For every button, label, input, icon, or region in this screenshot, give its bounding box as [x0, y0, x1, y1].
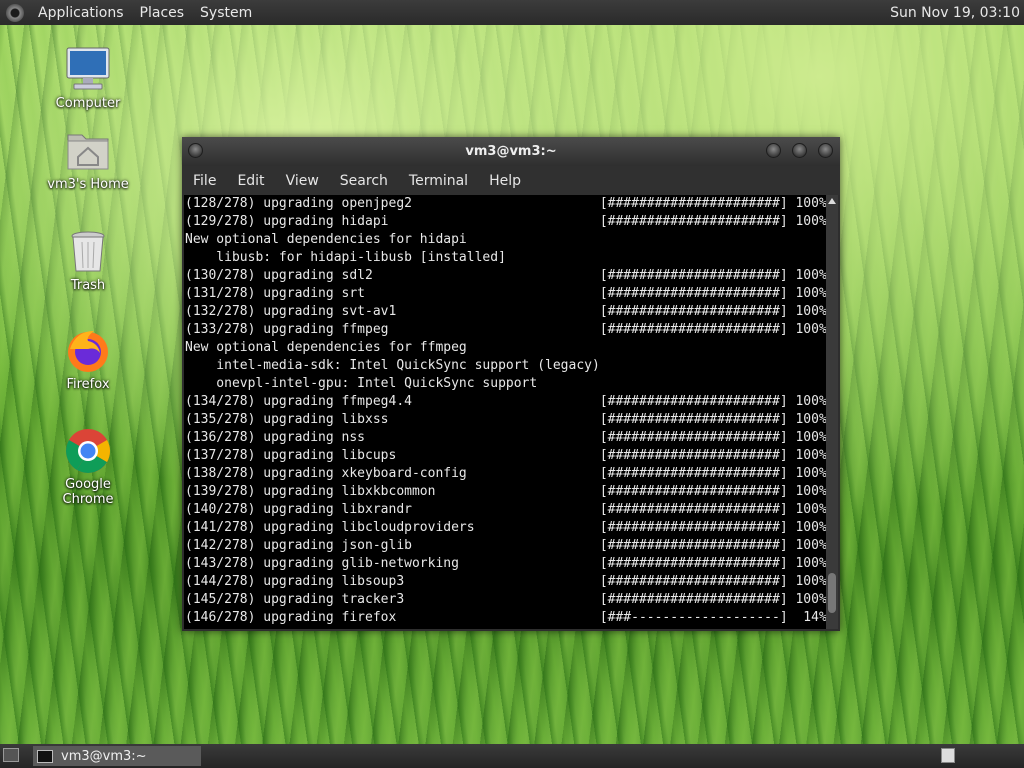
- firefox-icon: [64, 327, 112, 375]
- top-panel: Applications Places System Sun Nov 19, 0…: [0, 0, 1024, 25]
- terminal-line: onevpl-intel-gpu: Intel QuickSync suppor…: [185, 376, 538, 391]
- terminal-line: New optional dependencies for hidapi: [185, 232, 467, 247]
- terminal-line: (133/278) upgrading ffmpeg [############…: [185, 322, 826, 337]
- terminal-scrollbar[interactable]: [826, 195, 838, 629]
- terminal-line: (139/278) upgrading libxkbcommon [######…: [185, 484, 826, 499]
- terminal-line: libusb: for hidapi-libusb [installed]: [185, 250, 506, 265]
- bottom-panel: vm3@vm3:~: [0, 744, 1024, 768]
- terminal-line: (143/278) upgrading glib-networking [###…: [185, 556, 826, 571]
- terminal-line: (138/278) upgrading xkeyboard-config [##…: [185, 466, 826, 481]
- terminal-line: (132/278) upgrading svt-av1 [###########…: [185, 304, 826, 319]
- terminal-line: (128/278) upgrading openjpeg2 [#########…: [185, 196, 826, 211]
- desktop-icon-trash[interactable]: Trash: [38, 228, 138, 293]
- home-folder-icon: [64, 127, 112, 175]
- terminal-menubar: File Edit View Search Terminal Help: [182, 166, 840, 195]
- menu-file[interactable]: File: [182, 173, 226, 189]
- terminal-line: (146/278) upgrading firefox [###--------…: [185, 610, 826, 625]
- terminal-line: (141/278) upgrading libcloudproviders [#…: [185, 520, 826, 535]
- window-menu-button[interactable]: [188, 143, 203, 158]
- terminal-icon: [37, 749, 53, 763]
- desktop-icon-chrome[interactable]: Google Chrome: [38, 427, 138, 507]
- taskbar-item-terminal[interactable]: vm3@vm3:~: [33, 746, 201, 766]
- terminal-line: (135/278) upgrading libxss [############…: [185, 412, 826, 427]
- close-button[interactable]: [818, 143, 833, 158]
- chrome-icon: [64, 427, 112, 475]
- computer-icon: [64, 46, 112, 94]
- terminal-line: (134/278) upgrading ffmpeg4.4 [#########…: [185, 394, 826, 409]
- desktop-icon-label: Computer: [55, 96, 121, 111]
- terminal-line: (142/278) upgrading json-glib [#########…: [185, 538, 826, 553]
- menu-places[interactable]: Places: [132, 5, 193, 21]
- distro-logo-icon[interactable]: [6, 3, 24, 22]
- terminal-line: (136/278) upgrading nss [###############…: [185, 430, 826, 445]
- desktop-icon-firefox[interactable]: Firefox: [38, 327, 138, 392]
- window-titlebar[interactable]: vm3@vm3:~: [182, 137, 840, 166]
- terminal-line: (129/278) upgrading hidapi [############…: [185, 214, 826, 229]
- desktop-icon-home[interactable]: vm3's Home: [38, 127, 138, 192]
- terminal-output[interactable]: (128/278) upgrading openjpeg2 [#########…: [184, 195, 826, 629]
- terminal-line: (131/278) upgrading srt [###############…: [185, 286, 826, 301]
- menu-help[interactable]: Help: [478, 173, 531, 189]
- window-title: vm3@vm3:~: [465, 144, 557, 159]
- terminal-line: (144/278) upgrading libsoup3 [##########…: [185, 574, 826, 589]
- terminal-line: intel-media-sdk: Intel QuickSync support…: [185, 358, 600, 373]
- clock[interactable]: Sun Nov 19, 03:10: [890, 5, 1024, 21]
- desktop-icon-label: Trash: [70, 278, 106, 293]
- minimize-button[interactable]: [766, 143, 781, 158]
- desktop-icon-computer[interactable]: Computer: [38, 46, 138, 111]
- scroll-up-arrow-icon[interactable]: [828, 198, 836, 204]
- menu-system[interactable]: System: [192, 5, 260, 21]
- terminal-window[interactable]: vm3@vm3:~ File Edit View Search Terminal…: [182, 137, 840, 631]
- desktop-icon-label: vm3's Home: [47, 177, 129, 192]
- trash-icon: [64, 228, 112, 276]
- terminal-line: (137/278) upgrading libcups [###########…: [185, 448, 826, 463]
- show-desktop-icon[interactable]: [3, 748, 19, 762]
- terminal-line: (130/278) upgrading sdl2 [##############…: [185, 268, 826, 283]
- terminal-line: (140/278) upgrading libxrandr [#########…: [185, 502, 826, 517]
- maximize-button[interactable]: [792, 143, 807, 158]
- workspace-switcher[interactable]: [941, 748, 955, 763]
- terminal-line: (145/278) upgrading tracker3 [##########…: [185, 592, 826, 607]
- terminal-line: New optional dependencies for ffmpeg: [185, 340, 467, 355]
- menu-search[interactable]: Search: [329, 173, 398, 189]
- menu-view[interactable]: View: [275, 173, 329, 189]
- desktop-icon-label: Firefox: [66, 377, 110, 392]
- menu-applications[interactable]: Applications: [30, 5, 132, 21]
- menu-edit[interactable]: Edit: [226, 173, 274, 189]
- taskbar-item-label: vm3@vm3:~: [61, 748, 147, 764]
- scrollbar-thumb[interactable]: [828, 573, 836, 613]
- menu-terminal[interactable]: Terminal: [398, 173, 478, 189]
- desktop-icon-label: Google Chrome: [62, 477, 114, 507]
